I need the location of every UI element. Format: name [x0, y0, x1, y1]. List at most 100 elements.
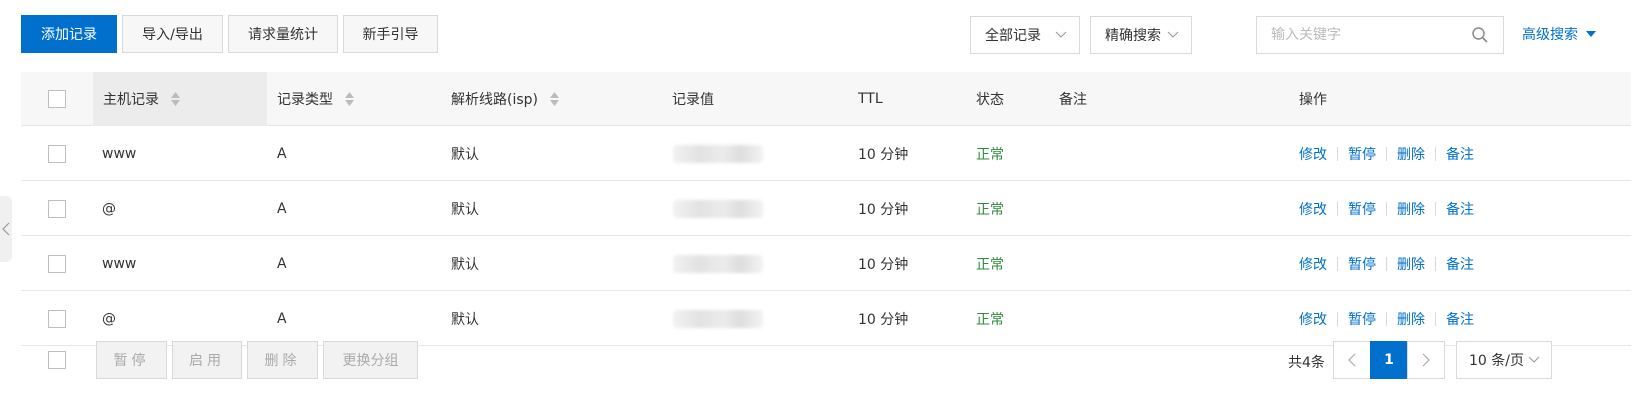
status-cell: 正常: [976, 146, 1004, 163]
pause-link[interactable]: 暂停: [1348, 254, 1376, 274]
row-checkbox[interactable]: [48, 199, 66, 218]
table-header: 主机记录 记录类型 解析线路(isp) 记录值 TTL 状态 备注 操作: [21, 72, 1631, 126]
footer-select-all-checkbox[interactable]: [48, 351, 66, 369]
sidebar-collapse-handle[interactable]: [0, 196, 12, 262]
column-remark: 备注: [1059, 92, 1087, 108]
toolbar: 添加记录 导入/导出 请求量统计 新手引导 全部记录 精确搜索 高级搜索: [0, 0, 1638, 70]
table-footer: 暂停 启用 删除 更换分组 共4条 1 10 条/页: [0, 335, 1638, 385]
select-all-checkbox[interactable]: [48, 90, 66, 108]
caret-down-icon: [1586, 31, 1596, 37]
pause-link[interactable]: 暂停: [1348, 144, 1376, 164]
delete-link[interactable]: 删除: [1397, 199, 1425, 219]
batch-delete-button[interactable]: 删除: [247, 341, 318, 379]
change-group-button[interactable]: 更换分组: [323, 341, 418, 379]
host-cell: www: [102, 255, 137, 272]
host-cell: www: [102, 145, 137, 162]
next-page-button[interactable]: [1407, 341, 1445, 379]
column-ttl: TTL: [858, 91, 883, 107]
delete-link[interactable]: 删除: [1397, 144, 1425, 164]
delete-link[interactable]: 删除: [1397, 254, 1425, 274]
search-mode-value: 精确搜索: [1105, 28, 1161, 44]
page-number-current[interactable]: 1: [1370, 341, 1408, 379]
page-size-select[interactable]: 10 条/页: [1456, 341, 1552, 379]
edit-link[interactable]: 修改: [1299, 254, 1327, 274]
divider: [1386, 311, 1387, 326]
divider: [1386, 256, 1387, 271]
divider: [1435, 256, 1436, 271]
search-mode-select[interactable]: 精确搜索: [1090, 16, 1192, 54]
value-cell: [673, 236, 763, 291]
divider: [1386, 201, 1387, 216]
column-line[interactable]: 解析线路(isp): [451, 72, 559, 126]
total-count: 共4条: [1288, 355, 1325, 371]
dns-records-table: 主机记录 记录类型 解析线路(isp) 记录值 TTL 状态 备注 操作 www…: [21, 72, 1631, 346]
table-row: www A 默认 10 分钟 正常 修改 暂停 删除 备注: [21, 126, 1631, 181]
delete-link[interactable]: 删除: [1397, 309, 1425, 329]
record-filter-select[interactable]: 全部记录: [970, 16, 1080, 54]
column-line-label: 解析线路(isp): [451, 92, 538, 108]
row-actions: 修改 暂停 删除 备注: [1299, 236, 1474, 291]
remark-link[interactable]: 备注: [1446, 144, 1474, 164]
chevron-left-icon: [1348, 353, 1356, 367]
line-cell: 默认: [451, 146, 479, 163]
divider: [1435, 146, 1436, 161]
divider: [1435, 201, 1436, 216]
remark-link[interactable]: 备注: [1446, 309, 1474, 329]
chevron-right-icon: [1422, 353, 1430, 367]
row-actions: 修改 暂停 删除 备注: [1299, 126, 1474, 181]
ttl-cell: 10 分钟: [858, 256, 909, 273]
divider: [1386, 146, 1387, 161]
column-status: 状态: [976, 92, 1004, 108]
edit-link[interactable]: 修改: [1299, 144, 1327, 164]
pause-link[interactable]: 暂停: [1348, 199, 1376, 219]
row-checkbox[interactable]: [48, 309, 66, 328]
guide-button[interactable]: 新手引导: [343, 15, 438, 53]
redacted-value: [673, 144, 763, 163]
column-host[interactable]: 主机记录: [93, 72, 267, 126]
type-cell: A: [277, 145, 287, 162]
request-stats-button[interactable]: 请求量统计: [228, 15, 338, 53]
divider: [1337, 311, 1338, 326]
remark-link[interactable]: 备注: [1446, 254, 1474, 274]
divider: [1337, 146, 1338, 161]
add-record-button[interactable]: 添加记录: [21, 15, 117, 53]
row-checkbox[interactable]: [48, 144, 66, 163]
sort-icon[interactable]: [171, 92, 180, 106]
column-type-label: 记录类型: [277, 92, 333, 108]
row-checkbox-cell: [48, 126, 66, 181]
redacted-value: [673, 309, 763, 328]
table-body: www A 默认 10 分钟 正常 修改 暂停 删除 备注 @ A 默认 10 …: [21, 126, 1631, 346]
remark-link[interactable]: 备注: [1446, 199, 1474, 219]
divider: [1337, 201, 1338, 216]
status-cell: 正常: [976, 201, 1004, 218]
advanced-search-toggle[interactable]: 高级搜索: [1522, 24, 1596, 44]
pause-link[interactable]: 暂停: [1348, 309, 1376, 329]
column-type[interactable]: 记录类型: [277, 72, 354, 126]
status-cell: 正常: [976, 256, 1004, 273]
divider: [1435, 311, 1436, 326]
sort-icon[interactable]: [550, 92, 559, 106]
chevron-down-icon: [1528, 356, 1540, 363]
row-checkbox[interactable]: [48, 254, 66, 273]
prev-page-button[interactable]: [1333, 341, 1371, 379]
batch-pause-button[interactable]: 暂停: [96, 341, 167, 379]
search-icon[interactable]: [1471, 26, 1489, 44]
select-all-cell: [48, 72, 68, 126]
chevron-left-icon: [2, 222, 10, 236]
edit-link[interactable]: 修改: [1299, 309, 1327, 329]
import-export-button[interactable]: 导入/导出: [122, 15, 223, 53]
batch-enable-button[interactable]: 启用: [172, 341, 242, 379]
page-size-value: 10 条/页: [1469, 353, 1524, 369]
edit-link[interactable]: 修改: [1299, 199, 1327, 219]
column-actions: 操作: [1299, 92, 1327, 108]
type-cell: A: [277, 255, 287, 272]
value-cell: [673, 126, 763, 181]
search-input[interactable]: [1257, 17, 1457, 53]
ttl-cell: 10 分钟: [858, 146, 909, 163]
divider: [1337, 256, 1338, 271]
column-value: 记录值: [672, 92, 714, 108]
redacted-value: [673, 199, 763, 218]
row-checkbox-cell: [48, 181, 66, 236]
sort-icon[interactable]: [345, 92, 354, 106]
search-box: [1256, 16, 1504, 54]
